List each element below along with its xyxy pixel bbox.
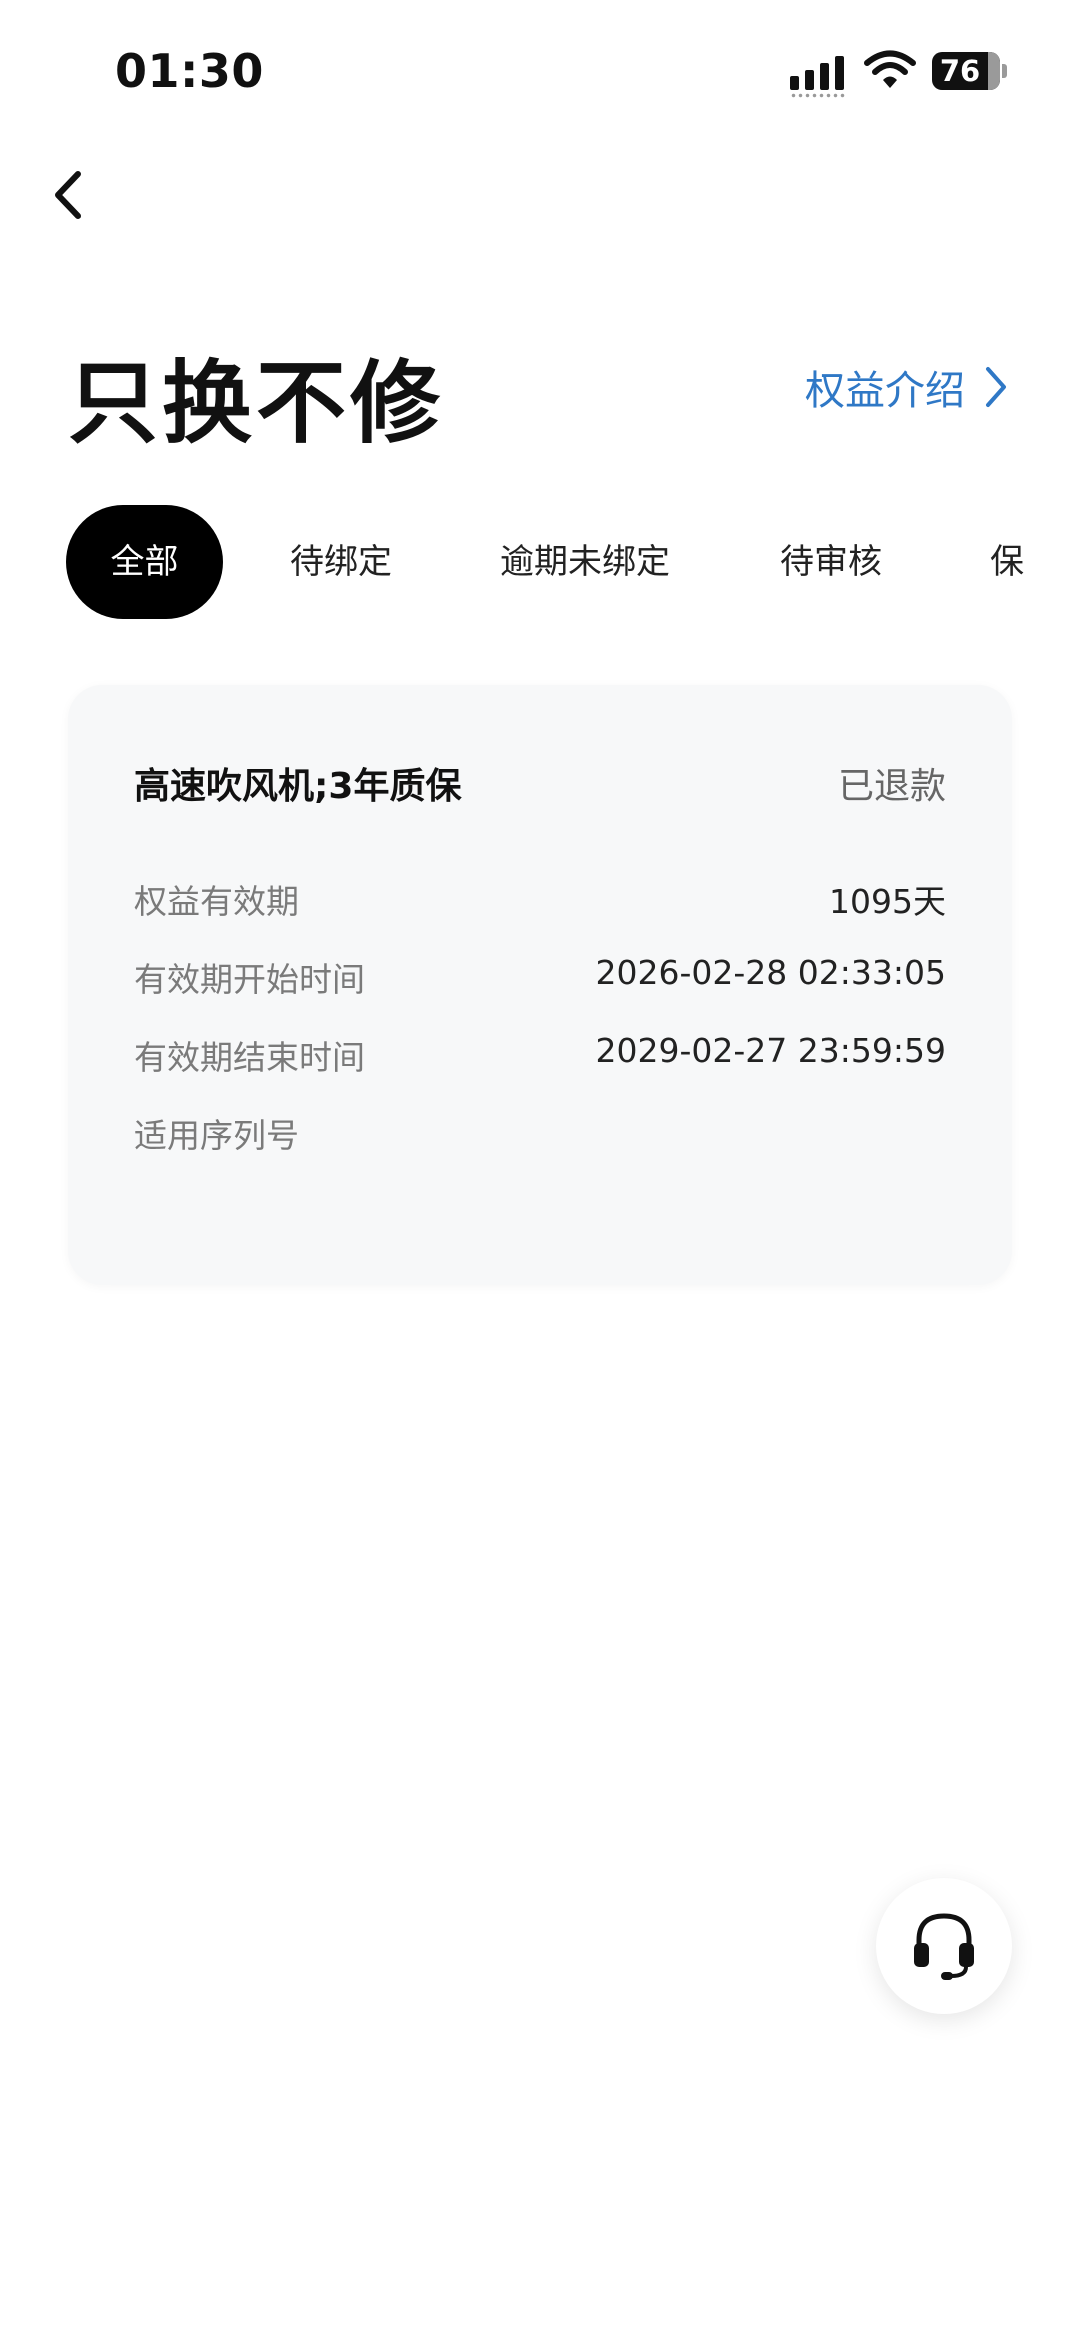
tab-warranty[interactable]: 保 — [990, 505, 1024, 619]
wifi-icon — [864, 50, 916, 90]
tab-pending-review[interactable]: 待审核 — [780, 505, 882, 619]
tab-overdue-unbound[interactable]: 逾期未绑定 — [500, 505, 670, 619]
filter-tabs: 全部 待绑定 逾期未绑定 待审核 保 — [0, 505, 1080, 619]
tab-pending-bind[interactable]: 待绑定 — [290, 505, 392, 619]
battery-icon: 76 — [932, 52, 1000, 90]
customer-service-button[interactable] — [876, 1878, 1012, 2014]
page-title: 只换不修 — [68, 351, 444, 456]
card-title: 高速吹风机;3年质保 — [134, 766, 462, 807]
start-time-label: 有效期开始时间 — [134, 960, 365, 999]
headset-icon — [914, 1913, 974, 1980]
start-time-value: 2026-02-28 02:33:05 — [595, 953, 946, 992]
status-time: 01:30 — [115, 44, 264, 98]
benefit-card[interactable]: 高速吹风机;3年质保 已退款 权益有效期 1095天 有效期开始时间 2026-… — [68, 685, 1012, 1285]
battery-level: 76 — [939, 54, 981, 88]
validity-value: 1095天 — [829, 882, 946, 921]
serial-number-label: 适用序列号 — [134, 1116, 299, 1155]
end-time-value: 2029-02-27 23:59:59 — [595, 1031, 946, 1070]
benefit-intro-label: 权益介绍 — [805, 368, 965, 414]
battery-tip — [1002, 64, 1007, 78]
validity-label: 权益有效期 — [134, 882, 299, 921]
end-time-label: 有效期结束时间 — [134, 1038, 365, 1077]
chevron-left-icon — [55, 171, 81, 219]
signal-icon — [790, 52, 846, 98]
page: 01:30 76 只换不修 权益介绍 全部 待绑定 逾期未绑定 待审核 保 高速… — [0, 0, 1080, 2338]
benefit-intro-link[interactable]: 权益介绍 — [805, 360, 1009, 414]
back-button[interactable] — [38, 160, 108, 230]
status-bar: 01:30 76 — [0, 0, 1080, 130]
chevron-right-icon — [986, 367, 1006, 407]
status-badge: 已退款 — [837, 766, 946, 807]
tab-all[interactable]: 全部 — [66, 505, 223, 619]
